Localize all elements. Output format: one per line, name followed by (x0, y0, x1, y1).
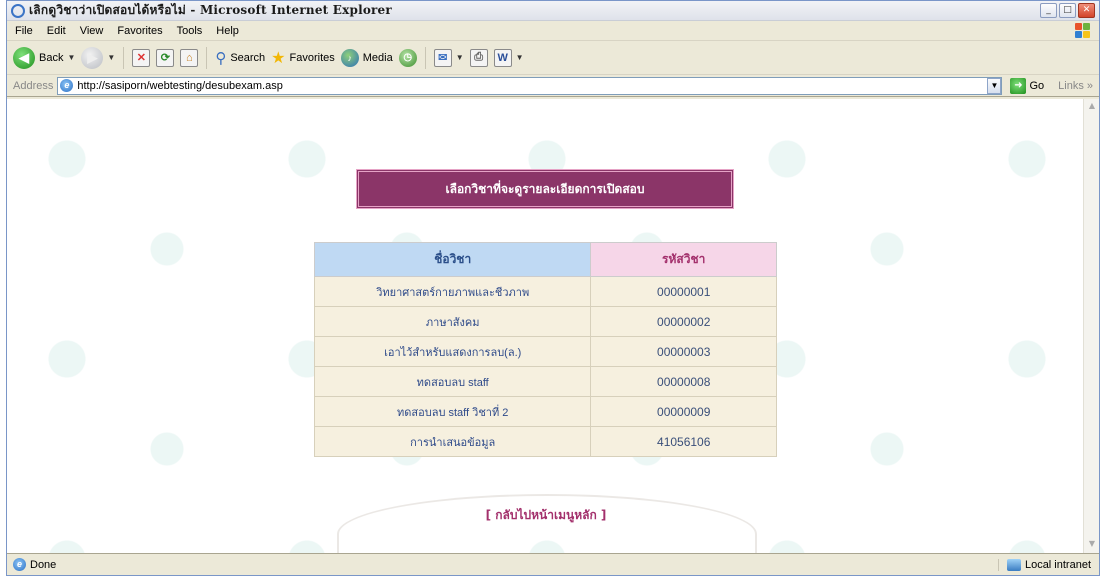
subject-code: 41056106 (590, 426, 777, 457)
scroll-down-icon[interactable]: ▼ (1086, 539, 1098, 553)
column-header-subject-code: รหัสวิชา (590, 242, 777, 277)
menu-tools[interactable]: Tools (177, 25, 203, 37)
search-label: Search (230, 51, 266, 64)
url-text: http://sasiporn/webtesting/desubexam.asp (77, 79, 283, 92)
table-row: เอาไว้สำหรับแสดงการลบ(ล.) 00000003 (313, 336, 777, 367)
close-button[interactable]: ✕ (1078, 3, 1095, 18)
page-done-icon: e (13, 558, 26, 571)
home-button[interactable]: ⌂ (180, 48, 199, 67)
subject-code: 00000008 (590, 366, 777, 397)
media-label: Media (362, 51, 393, 64)
status-bar: e Done Local intranet (7, 553, 1099, 575)
media-button[interactable]: ♪ Media (340, 48, 393, 67)
forward-button[interactable]: ▶ ▼ (81, 46, 115, 69)
window-title: เลิกดูวิชาว่าเปิดสอบได้หรือไม่ - Microso… (29, 3, 392, 17)
menu-edit[interactable]: Edit (47, 25, 66, 37)
mail-button[interactable]: ✉ ▼ (433, 48, 464, 67)
browser-window: เลิกดูวิชาว่าเปิดสอบได้หรือไม่ - Microso… (6, 0, 1100, 576)
chevron-down-icon[interactable]: ▼ (107, 53, 115, 62)
vertical-scrollbar[interactable]: ▲ ▼ (1083, 99, 1099, 555)
ie-logo-icon (11, 3, 25, 18)
subject-name-link[interactable]: วิทยาศาสตร์กายภาพและชีวภาพ (313, 276, 592, 307)
refresh-icon: ⟳ (156, 48, 175, 67)
title-bar: เลิกดูวิชาว่าเปิดสอบได้หรือไม่ - Microso… (7, 1, 1099, 21)
toolbar-separator (424, 46, 426, 69)
chevron-down-icon[interactable]: ▼ (67, 53, 75, 62)
table-row: ทดสอบลบ staff วิชาที่ 2 00000009 (313, 396, 777, 427)
print-button[interactable]: ⎙ (469, 48, 488, 67)
stop-button[interactable]: ✕ (132, 48, 151, 67)
subject-code: 00000002 (590, 306, 777, 337)
page-banner: เลือกวิชาที่จะดูรายละเอียดการเปิดสอบ (356, 169, 734, 209)
toolbar: ◀ Back ▼ ▶ ▼ ✕ ⟳ ⌂ ⚲ Search ★ Favorites … (7, 41, 1099, 75)
local-intranet-icon (1006, 558, 1021, 571)
home-icon: ⌂ (180, 48, 199, 67)
back-arrow-icon: ◀ (13, 46, 35, 69)
edit-word-button[interactable]: W ▼ (493, 48, 524, 67)
media-icon: ♪ (340, 48, 359, 67)
table-row: การนำเสนอข้อมูล 41056106 (313, 426, 777, 457)
go-arrow-icon: ➜ (1010, 77, 1027, 94)
page-icon: e (60, 79, 74, 92)
window-controls: _ □ ✕ (1040, 3, 1099, 18)
back-label: Back (39, 51, 64, 64)
star-icon: ★ (271, 49, 286, 67)
go-label: Go (1029, 79, 1045, 92)
subject-name-link[interactable]: การนำเสนอข้อมูล (313, 426, 592, 457)
history-icon: ◷ (398, 48, 417, 67)
history-button[interactable]: ◷ (398, 48, 417, 67)
refresh-button[interactable]: ⟳ (156, 48, 175, 67)
search-icon: ⚲ (215, 49, 227, 67)
favorites-label: Favorites (289, 51, 335, 64)
subject-code: 00000001 (590, 276, 777, 307)
back-to-main-menu-link[interactable]: [ กลับไปหน้าเมนูหลัก ] (7, 506, 1085, 525)
url-field[interactable]: e http://sasiporn/webtesting/desubexam.a… (57, 76, 1003, 95)
chevron-down-icon[interactable]: ▼ (516, 53, 524, 62)
subjects-table: ชื่อวิชา รหัสวิชา วิทยาศาสตร์กายภาพและชี… (313, 242, 777, 457)
menu-help[interactable]: Help (216, 25, 239, 37)
stop-icon: ✕ (132, 48, 151, 67)
table-header-row: ชื่อวิชา รหัสวิชา (313, 242, 777, 277)
subject-code: 00000003 (590, 336, 777, 367)
windows-logo-icon (1075, 23, 1091, 39)
printer-icon: ⎙ (469, 48, 488, 67)
subject-name-link[interactable]: ทดสอบลบ staff วิชาที่ 2 (313, 396, 592, 427)
back-button[interactable]: ◀ Back ▼ (13, 46, 75, 69)
minimize-button[interactable]: _ (1040, 3, 1057, 18)
menu-favorites[interactable]: Favorites (117, 25, 162, 37)
table-row: ภาษาสังคม 00000002 (313, 306, 777, 337)
scroll-up-icon[interactable]: ▲ (1086, 101, 1098, 115)
links-button[interactable]: Links » (1052, 80, 1099, 92)
mail-icon: ✉ (433, 48, 452, 67)
table-row: วิทยาศาสตร์กายภาพและชีวภาพ 00000001 (313, 276, 777, 307)
status-text: Done (30, 558, 57, 571)
subject-code: 00000009 (590, 396, 777, 427)
status-text-group: e Done (13, 558, 56, 571)
toolbar-separator (123, 46, 125, 69)
maximize-button[interactable]: □ (1059, 3, 1076, 18)
table-row: ทดสอบลบ staff 00000008 (313, 366, 777, 397)
go-button[interactable]: ➜ Go (1006, 77, 1048, 94)
favorites-button[interactable]: ★ Favorites (271, 48, 335, 68)
subject-name-link[interactable]: เอาไว้สำหรับแสดงการลบ(ล.) (313, 336, 592, 367)
chevron-down-icon[interactable]: ▼ (456, 53, 464, 62)
menu-file[interactable]: File (15, 25, 33, 37)
menu-view[interactable]: View (80, 25, 104, 37)
subject-name-link[interactable]: ภาษาสังคม (313, 306, 592, 337)
column-header-subject-name: ชื่อวิชา (313, 242, 592, 277)
security-zone: Local intranet (997, 558, 1091, 571)
zone-label: Local intranet (1024, 558, 1091, 571)
toolbar-separator (206, 46, 208, 69)
subject-name-link[interactable]: ทดสอบลบ staff (313, 366, 592, 397)
page-content: เลือกวิชาที่จะดูรายละเอียดการเปิดสอบ ชื่… (7, 99, 1085, 555)
chevron-down-icon[interactable]: ▼ (987, 77, 1002, 94)
address-bar: Address e http://sasiporn/webtesting/des… (7, 75, 1099, 97)
address-label: Address (13, 79, 54, 92)
word-icon: W (493, 48, 512, 67)
forward-arrow-icon: ▶ (81, 46, 104, 69)
search-button[interactable]: ⚲ Search (215, 49, 265, 67)
menu-bar: File Edit View Favorites Tools Help (7, 21, 1099, 41)
